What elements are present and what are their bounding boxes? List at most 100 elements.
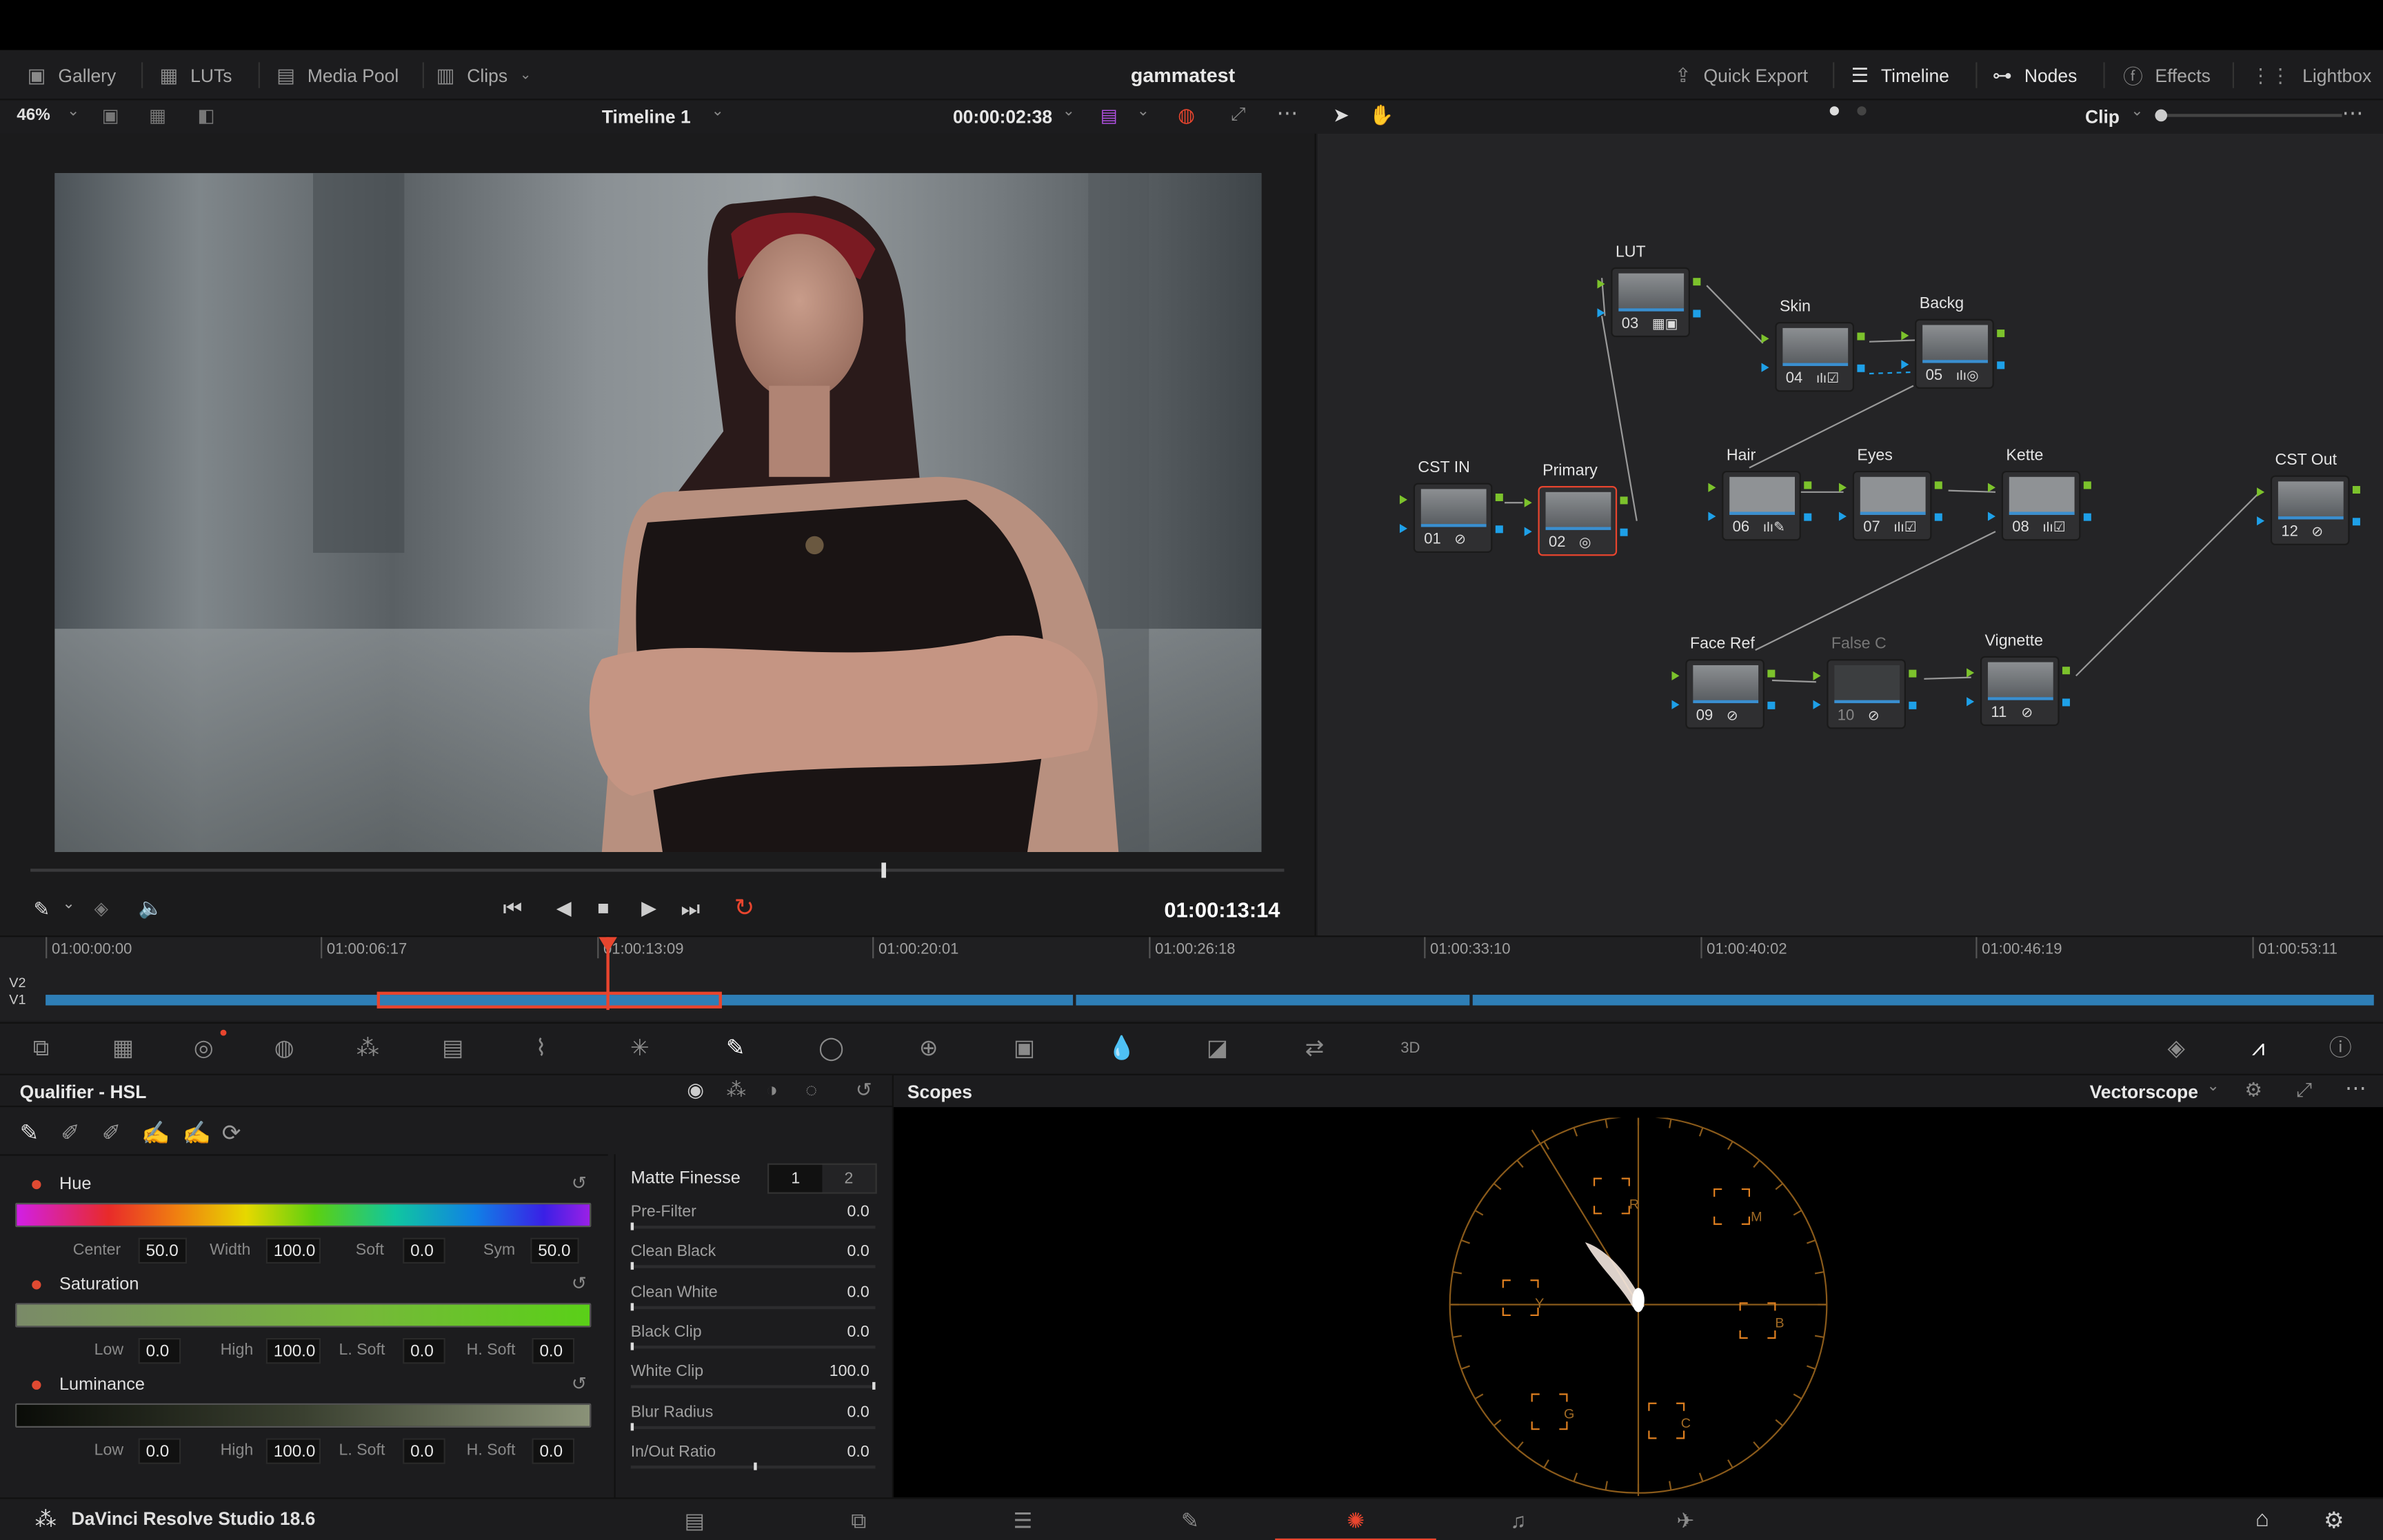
stop-icon[interactable]: ■ [597, 896, 609, 919]
rgb-input-icon[interactable] [1399, 495, 1407, 505]
node-04[interactable]: 04 ılı☑ [1775, 322, 1854, 392]
luts-button[interactable]: ▦ LUTs [159, 50, 232, 101]
more-options-icon[interactable]: ⋯ [1276, 100, 1298, 125]
rgb-output-port[interactable] [1767, 669, 1776, 678]
cut-page-icon[interactable]: ⧉ [778, 1499, 939, 1540]
rgb-input-icon[interactable] [2257, 487, 2265, 497]
picker-minus-icon[interactable]: ✐ [61, 1119, 80, 1146]
alpha-output-port[interactable] [1934, 513, 1942, 521]
rgb-input-icon[interactable] [1813, 671, 1821, 681]
reset-icon[interactable]: ↺ [572, 1373, 587, 1395]
scopes-icon[interactable]: ⩘ [2243, 1036, 2273, 1064]
reset-icon[interactable]: ↺ [572, 1273, 587, 1294]
feather-plus-icon[interactable]: ✍ [182, 1119, 210, 1146]
matte-slider[interactable] [630, 1305, 876, 1309]
alpha-output-port[interactable] [1804, 513, 1812, 521]
selected-clip[interactable] [376, 991, 722, 1009]
tracker-icon[interactable]: ⊕ [914, 1036, 944, 1064]
sizing-icon[interactable]: ⇄ [1299, 1036, 1329, 1064]
luminance-toggle[interactable] [32, 1380, 41, 1390]
color-warper-icon[interactable]: ✳ [625, 1036, 655, 1064]
rgb-input-icon[interactable] [1901, 331, 1909, 341]
motion-effects-icon[interactable]: ▤ [438, 1036, 468, 1064]
rgb-output-port[interactable] [1495, 494, 1503, 502]
lum-high-field[interactable]: 100.0 [265, 1438, 321, 1464]
matte-row[interactable]: In/Out Ratio 0.0 [630, 1443, 876, 1473]
fullscreen-icon[interactable]: ⤢ [1231, 103, 1245, 126]
matte-slider[interactable] [630, 1385, 876, 1389]
info-icon[interactable]: ⓘ [2325, 1036, 2355, 1064]
lum-hsoft-field[interactable]: 0.0 [532, 1438, 575, 1464]
scope-settings-icon[interactable]: ⚙ [2244, 1078, 2262, 1102]
grid-viewer-icon[interactable]: ▦ [149, 105, 166, 126]
timeline-button[interactable]: ☰ Timeline [1851, 50, 1949, 101]
sat-hsoft-field[interactable]: 0.0 [532, 1337, 575, 1364]
slider-handle[interactable] [2155, 109, 2168, 122]
slider-handle[interactable] [630, 1262, 634, 1270]
more-options-icon[interactable]: ⋯ [2342, 100, 2363, 125]
alpha-output-port[interactable] [2352, 518, 2360, 526]
alpha-input-icon[interactable] [1671, 700, 1680, 709]
page-dot[interactable] [1857, 106, 1867, 116]
alpha-input-icon[interactable] [1901, 360, 1909, 369]
play-icon[interactable]: ▶ [641, 896, 656, 920]
home-icon[interactable]: ⌂ [2255, 1507, 2269, 1532]
alpha-output-port[interactable] [1997, 361, 2005, 369]
alpha-input-icon[interactable] [1838, 511, 1847, 521]
feather-minus-icon[interactable]: ✍ [141, 1119, 170, 1146]
node-03[interactable]: 03 ▦▣ [1611, 267, 1690, 338]
node-editor[interactable]: LUT 03 ▦▣ Skin 04 ılı☑ Backg 05 ılı◎ CST IN 01 ⊘ Pri… [1317, 133, 2383, 936]
saturation-toggle[interactable] [32, 1280, 41, 1290]
skip-forward-icon[interactable]: ⏭ [681, 896, 700, 922]
matte-tab-1[interactable]: 1 [769, 1164, 823, 1193]
matte-slider[interactable] [630, 1265, 876, 1269]
fairlight-page-icon[interactable]: ♫ [1438, 1499, 1599, 1540]
node-06[interactable]: 06 ılı✎ [1722, 470, 1801, 541]
node-08[interactable]: 08 ılı☑ [2001, 470, 2081, 541]
source-timecode[interactable]: 00:00:02:38 [953, 106, 1052, 128]
skip-back-icon[interactable]: ⏮ [503, 896, 523, 922]
color-match-icon[interactable]: ▦ [108, 1036, 138, 1064]
node-07[interactable]: 07 ılı☑ [1852, 470, 1932, 541]
lum-low-field[interactable]: 0.0 [138, 1438, 181, 1464]
expand-icon[interactable]: ⤢ [2296, 1078, 2312, 1102]
alpha-output-port[interactable] [1495, 525, 1503, 534]
chevron-down-icon[interactable]: ⌄ [712, 103, 724, 120]
chevron-down-icon[interactable]: ⌄ [62, 896, 74, 913]
pointer-icon[interactable]: ➤ [1333, 103, 1349, 128]
matte-row[interactable]: Clean Black 0.0 [630, 1243, 876, 1273]
blur-icon[interactable]: 💧 [1107, 1036, 1137, 1064]
rgb-input-icon[interactable] [1524, 498, 1532, 507]
page-dot-active[interactable] [1829, 106, 1839, 116]
alpha-output-port[interactable] [1693, 310, 1701, 318]
matte-row[interactable]: White Clip 100.0 [630, 1363, 876, 1393]
color-page-icon[interactable]: ✺ [1275, 1499, 1436, 1540]
alpha-input-icon[interactable] [1399, 524, 1407, 534]
rgb-output-port[interactable] [2352, 486, 2360, 494]
chevron-down-icon[interactable]: ⌄ [67, 103, 79, 120]
hsl-mode-icon[interactable]: ◉ [687, 1078, 704, 1102]
matte-row-value[interactable]: 0.0 [847, 1283, 869, 1301]
rgb-mode-icon[interactable]: ⁂ [727, 1078, 747, 1102]
slider-handle[interactable] [630, 1222, 634, 1230]
more-options-icon[interactable]: ⋯ [2345, 1075, 2366, 1101]
luma-mode-icon[interactable]: ◑ [766, 1078, 778, 1101]
alpha-output-port[interactable] [1620, 528, 1628, 536]
rgb-output-port[interactable] [1997, 330, 2005, 338]
matte-row-value[interactable]: 0.0 [847, 1403, 869, 1421]
scrub-handle[interactable] [881, 862, 886, 878]
slider-handle[interactable] [872, 1382, 876, 1390]
color-wheel-icon[interactable]: ◍ [1178, 103, 1195, 128]
alpha-output-port[interactable] [2083, 513, 2091, 521]
center-field[interactable]: 50.0 [138, 1237, 188, 1264]
lum-lsoft-field[interactable]: 0.0 [403, 1438, 445, 1464]
primaries-icon[interactable]: ◎ [188, 1036, 219, 1064]
single-viewer-icon[interactable]: ▣ [102, 105, 119, 126]
matte-row[interactable]: Black Clip 0.0 [630, 1323, 876, 1353]
mini-timeline[interactable]: 01:00:00:00 01:00:06:17 01:00:13:09 01:00:2… [0, 935, 2383, 1021]
eyedropper-icon[interactable]: ✎ [33, 898, 50, 922]
rgb-output-port[interactable] [1804, 481, 1812, 489]
alpha-output-port[interactable] [1909, 701, 1917, 709]
hue-bar[interactable] [15, 1202, 592, 1228]
qualifier-icon[interactable]: ✎ [721, 1036, 751, 1064]
